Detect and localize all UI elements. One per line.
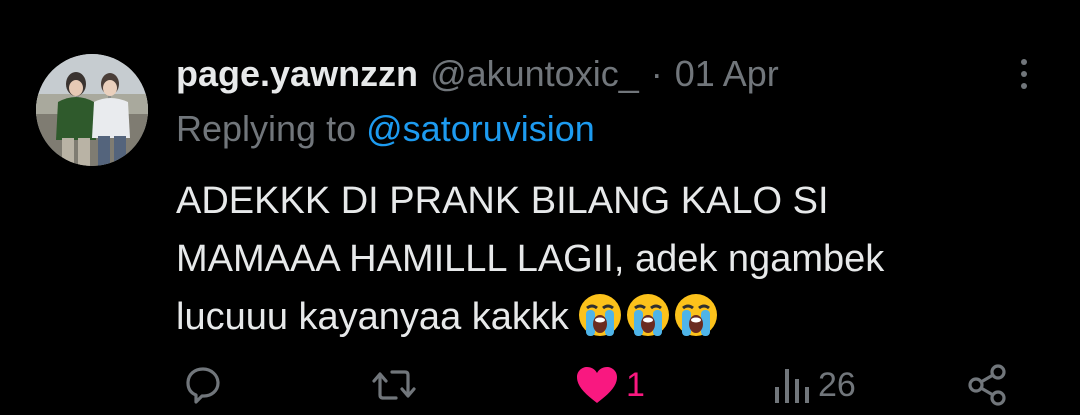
retweet-button[interactable] bbox=[370, 363, 418, 407]
like-count: 1 bbox=[626, 365, 645, 404]
user-handle[interactable]: @akuntoxic_ bbox=[430, 53, 639, 95]
like-button[interactable]: 1 bbox=[574, 363, 645, 407]
tweet-text-segment: lucuuu kayanyaa kakkk bbox=[176, 296, 569, 338]
share-icon bbox=[968, 364, 1006, 406]
avatar[interactable] bbox=[36, 54, 148, 166]
retweet-icon bbox=[372, 370, 416, 400]
heart-icon bbox=[577, 367, 617, 403]
post-date[interactable]: 01 Apr bbox=[675, 53, 779, 95]
tweet-body: ADEKKK DI PRANK BILANG KALO SI MAMAAA HA… bbox=[176, 172, 1036, 346]
display-name[interactable]: page.yawnzzn bbox=[176, 53, 418, 95]
more-options-icon[interactable] bbox=[1010, 54, 1038, 94]
tweet-text-line: ADEKKK DI PRANK BILANG KALO SI bbox=[176, 180, 829, 222]
share-button[interactable] bbox=[966, 363, 1008, 407]
replying-to: Replying to @satoruvision bbox=[176, 108, 595, 150]
separator-dot: · bbox=[650, 53, 663, 94]
views-button[interactable]: 26 bbox=[772, 363, 856, 407]
tweet-text-line: MAMAAA HAMILLL LAGII, adek ngambek bbox=[176, 238, 885, 280]
replying-prefix: Replying to bbox=[176, 108, 357, 149]
loudly-crying-face-icon bbox=[626, 293, 669, 336]
loudly-crying-face-icon bbox=[674, 293, 717, 336]
tweet-header: page.yawnzzn @akuntoxic_ · 01 Apr bbox=[176, 52, 779, 96]
views-icon bbox=[775, 369, 809, 403]
loudly-crying-face-icon bbox=[578, 293, 621, 336]
reply-mention-link[interactable]: @satoruvision bbox=[366, 108, 595, 149]
action-bar: 1 26 bbox=[0, 355, 1080, 415]
views-count: 26 bbox=[818, 365, 856, 404]
emoji-group bbox=[577, 292, 719, 338]
tweet-text-line: lucuuu kayanyaa kakkk bbox=[176, 288, 1036, 346]
reply-button[interactable] bbox=[180, 363, 224, 407]
reply-icon bbox=[186, 367, 220, 404]
